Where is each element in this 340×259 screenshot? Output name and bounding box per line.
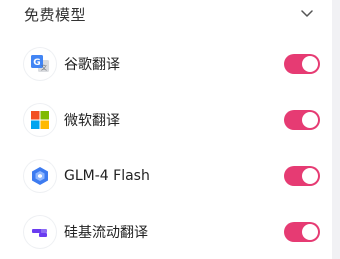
service-row-microsoft: 微软翻译 (24, 92, 320, 148)
service-label: GLM-4 Flash (64, 168, 150, 184)
google-translate-icon: G 文 (24, 48, 56, 80)
toggle-knob (302, 224, 318, 240)
svg-text:文: 文 (41, 64, 47, 72)
toggle-switch[interactable] (284, 166, 320, 186)
glm-icon (24, 160, 56, 192)
free-models-panel: 免费模型 G 文 谷歌翻译 微软翻译 GLM-4 Flash 硅基流动翻译 (0, 0, 340, 259)
toggle-switch[interactable] (284, 54, 320, 74)
service-label: 微软翻译 (64, 113, 120, 129)
service-label: 硅基流动翻译 (64, 225, 148, 241)
service-label: 谷歌翻译 (64, 57, 120, 73)
service-list: G 文 谷歌翻译 微软翻译 GLM-4 Flash 硅基流动翻译 (24, 36, 320, 259)
service-row-glm: GLM-4 Flash (24, 148, 320, 204)
section-header[interactable]: 免费模型 (24, 0, 320, 28)
service-row-siliconflow: 硅基流动翻译 (24, 204, 320, 259)
siliconflow-icon (24, 216, 56, 248)
chevron-down-icon[interactable] (300, 7, 314, 21)
toggle-knob (302, 112, 318, 128)
toggle-knob (302, 56, 318, 72)
microsoft-icon (24, 104, 56, 136)
section-title: 免费模型 (24, 5, 87, 24)
service-row-google: G 文 谷歌翻译 (24, 36, 320, 92)
toggle-switch[interactable] (284, 222, 320, 242)
svg-text:G: G (33, 58, 40, 68)
scrollbar[interactable] (332, 0, 340, 259)
toggle-switch[interactable] (284, 110, 320, 130)
toggle-knob (302, 168, 318, 184)
